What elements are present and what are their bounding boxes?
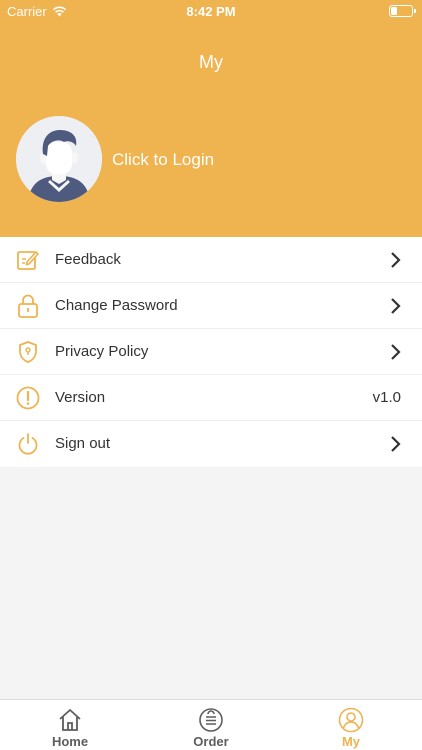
version-value: v1.0	[372, 389, 401, 406]
exclamation-icon	[16, 386, 40, 410]
menu-item-privacy-policy[interactable]: Privacy Policy	[0, 329, 422, 375]
home-icon	[59, 709, 81, 731]
status-time: 8:42 PM	[186, 4, 236, 19]
menu-item-label: Privacy Policy	[55, 343, 149, 360]
menu-item-label: Version	[55, 389, 106, 406]
status-bar: Carrier 8:42 PM	[0, 0, 422, 22]
tab-home[interactable]: Home	[0, 700, 140, 750]
tab-label: My	[341, 734, 361, 749]
tab-my[interactable]: My	[281, 700, 421, 750]
avatar[interactable]	[16, 116, 102, 202]
shield-icon	[19, 341, 37, 363]
lock-icon	[18, 294, 38, 318]
user-avatar-icon	[16, 116, 102, 202]
battery-icon	[389, 5, 416, 17]
menu-item-label: Feedback	[55, 251, 121, 268]
user-icon	[338, 707, 364, 733]
login-link[interactable]: Click to Login	[112, 150, 214, 170]
settings-menu: Feedback Change Password Privacy Policy …	[0, 237, 422, 467]
chevron-right-icon	[391, 344, 401, 360]
chevron-right-icon	[391, 252, 401, 268]
menu-item-sign-out[interactable]: Sign out	[0, 421, 422, 467]
menu-item-version: Version v1.0	[0, 375, 422, 421]
page-title: My	[199, 52, 223, 72]
menu-item-feedback[interactable]: Feedback	[0, 237, 422, 283]
tab-bar: Home Order My	[0, 699, 422, 750]
order-icon	[199, 708, 223, 732]
chevron-right-icon	[391, 298, 401, 314]
feedback-icon	[17, 250, 40, 270]
tab-label: Home	[51, 734, 89, 749]
tab-label: Order	[193, 734, 229, 749]
power-icon	[18, 433, 38, 455]
chevron-right-icon	[391, 436, 401, 452]
menu-item-change-password[interactable]: Change Password	[0, 283, 422, 329]
profile-header: Carrier 8:42 PM My Click to Login	[0, 0, 422, 237]
menu-item-label: Sign out	[55, 435, 111, 452]
tab-order[interactable]: Order	[141, 700, 281, 750]
menu-item-label: Change Password	[55, 297, 178, 314]
